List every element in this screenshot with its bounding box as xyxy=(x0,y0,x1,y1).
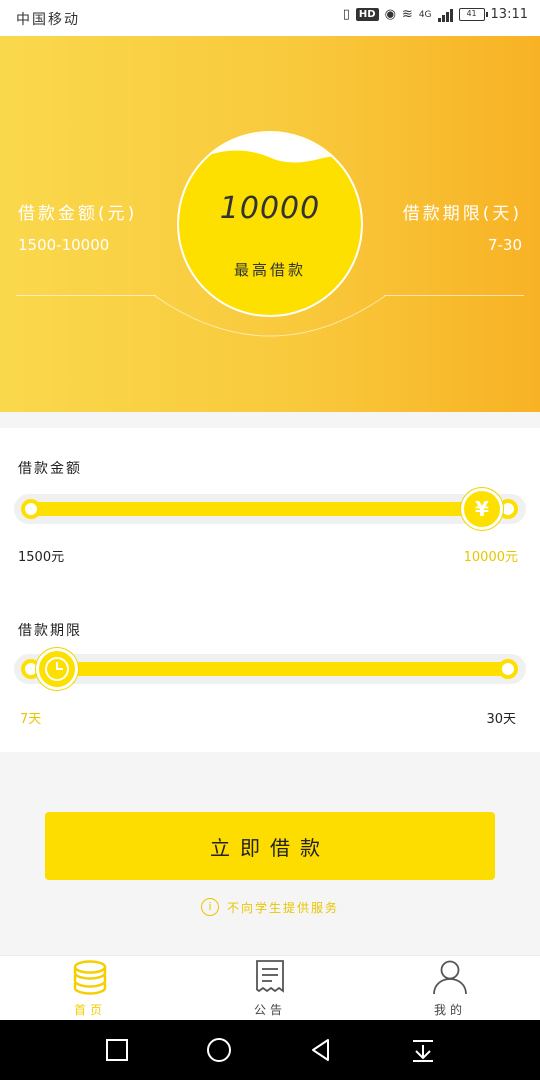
notification-pulldown-icon[interactable] xyxy=(410,1037,436,1063)
amount-slider-title: 借款金额 xyxy=(18,461,82,477)
amount-slider-thumb[interactable]: ¥ xyxy=(461,488,503,530)
status-icons: ▯ HD ◉ ≋ 4G 41 13:11 xyxy=(343,7,528,22)
amount-max-label: 10000元 xyxy=(463,550,518,565)
info-icon: i xyxy=(200,898,219,916)
nav-item-mine[interactable]: 我的 xyxy=(390,956,510,1021)
term-slider-thumb[interactable] xyxy=(36,648,78,690)
amount-min-label: 1500元 xyxy=(18,550,65,565)
max-amount-label: 最高借款 xyxy=(233,261,306,279)
status-bar: 中国移动 ▯ HD ◉ ≋ 4G 41 13:11 xyxy=(0,0,540,36)
term-range-value: 7-30 xyxy=(487,236,522,254)
carrier-name: 中国移动 xyxy=(16,12,80,28)
term-slider-end-dot xyxy=(498,659,518,679)
vibrate-icon: ▯ xyxy=(342,7,350,22)
nav-label-notice: 公告 xyxy=(253,1003,286,1017)
clock-icon xyxy=(45,657,69,681)
recent-apps-icon[interactable] xyxy=(104,1037,130,1063)
nav-label-mine: 我的 xyxy=(433,1003,466,1017)
user-icon xyxy=(433,960,467,995)
student-notice-text: 不向学生提供服务 xyxy=(226,900,339,915)
bottom-nav: 首页 公告 我的 xyxy=(0,955,540,1020)
slider-card: 借款金额 ¥ 1500元 10000元 借款期限 7天 30天 xyxy=(0,428,540,752)
home-circle-icon[interactable] xyxy=(206,1037,232,1063)
yen-icon: ¥ xyxy=(475,497,489,521)
nav-item-notice[interactable]: 公告 xyxy=(210,956,330,1021)
term-slider-title: 借款期限 xyxy=(18,623,82,639)
amount-range-label: 借款金额(元) xyxy=(18,204,138,224)
battery-icon: 41 xyxy=(458,8,488,21)
hero-divider-right xyxy=(384,295,524,296)
max-amount-value: 10000 xyxy=(219,191,321,226)
hero-divider-left xyxy=(16,295,156,296)
nav-label-home: 首页 xyxy=(73,1003,106,1017)
borrow-now-button[interactable]: 立即借款 xyxy=(45,812,495,880)
amount-range-value: 1500-10000 xyxy=(18,236,110,254)
document-icon xyxy=(256,960,284,993)
term-slider-track[interactable] xyxy=(24,662,516,676)
network-type: 4G xyxy=(418,9,432,20)
wave-decoration xyxy=(179,133,361,163)
max-amount-circle: 10000 最高借款 xyxy=(177,131,363,317)
back-triangle-icon[interactable] xyxy=(308,1037,334,1063)
term-range-label: 借款期限(天) xyxy=(402,204,522,224)
term-min-label: 7天 xyxy=(20,712,42,727)
hd-icon: HD xyxy=(355,8,379,21)
hero-banner: 借款金额(元) 1500-10000 借款期限(天) 7-30 10000 最高… xyxy=(0,36,540,412)
amount-slider-start-dot xyxy=(21,499,41,519)
signal-icon xyxy=(437,8,453,22)
system-nav-bar xyxy=(0,1020,540,1080)
student-notice: i 不向学生提供服务 xyxy=(0,898,540,916)
coins-icon xyxy=(73,960,107,995)
term-max-label: 30天 xyxy=(486,712,516,727)
eye-icon: ◉ xyxy=(384,7,396,22)
wifi-icon: ≋ xyxy=(401,7,413,22)
clock: 13:11 xyxy=(490,7,528,22)
nav-item-home[interactable]: 首页 xyxy=(30,956,150,1021)
amount-slider-track[interactable] xyxy=(24,502,516,516)
